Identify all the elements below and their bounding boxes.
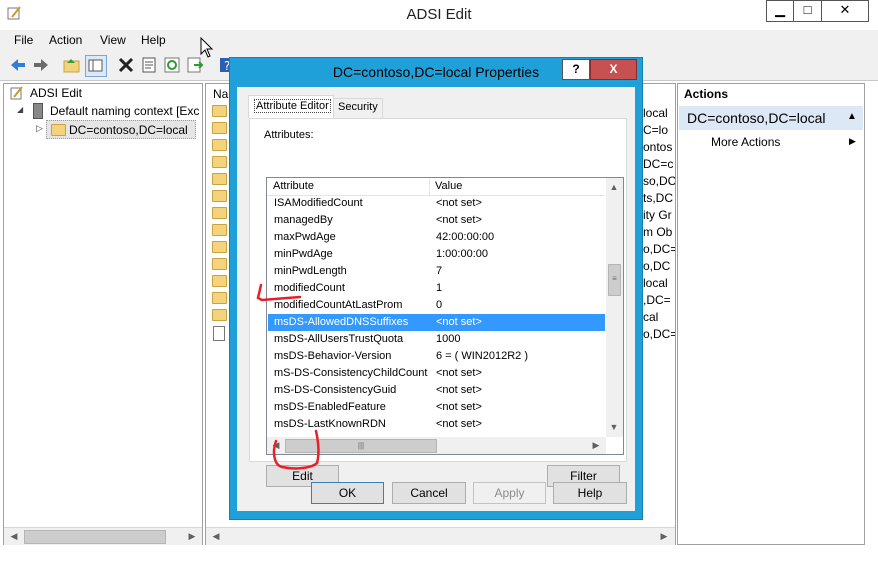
tab-label: Attribute Editor	[254, 99, 331, 113]
annotation-underline	[256, 283, 302, 302]
tab-attribute-editor[interactable]: Attribute Editor	[248, 95, 334, 118]
annotation-circle-edit	[272, 429, 320, 470]
annotation-marks	[256, 283, 320, 470]
